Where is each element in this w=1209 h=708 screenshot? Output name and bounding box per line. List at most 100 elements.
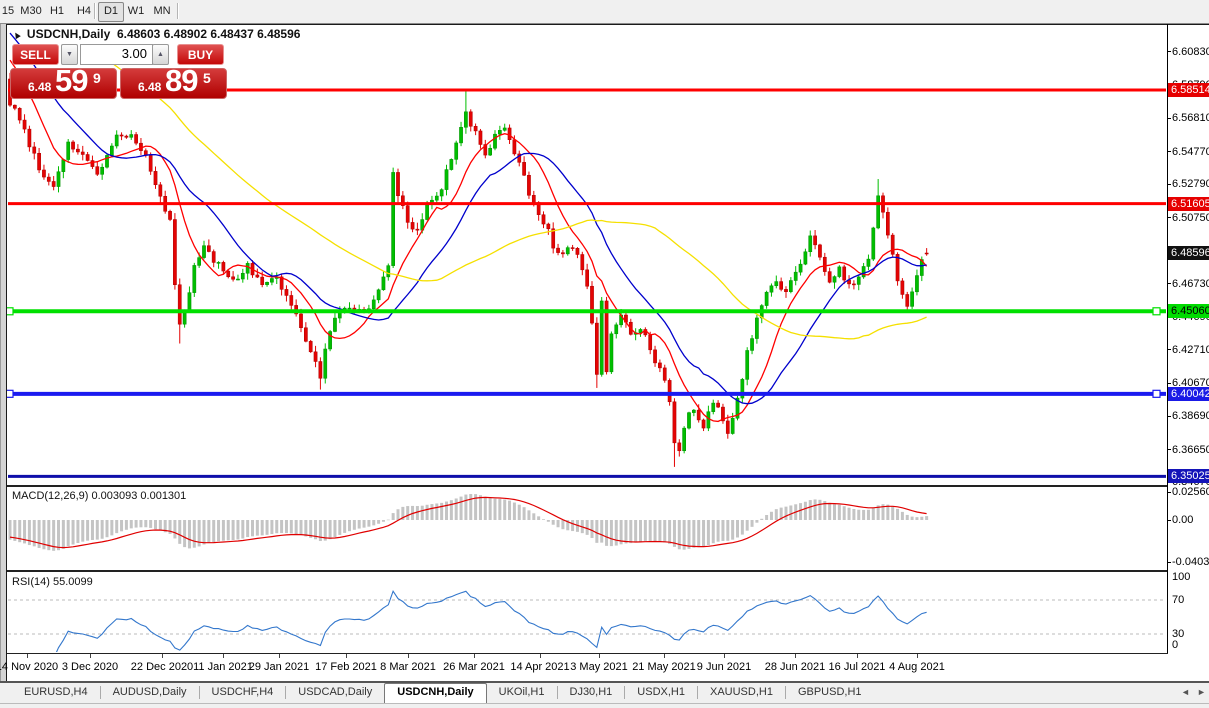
chart-tab-eurusd[interactable]: EURUSD,H4 xyxy=(12,683,100,702)
macd-histogram-bar xyxy=(663,520,667,543)
buy-button[interactable]: BUY xyxy=(177,44,224,65)
chart-tab-usdchf[interactable]: USDCHF,H4 xyxy=(200,683,286,702)
candle-body xyxy=(134,134,138,144)
macd-histogram-bar xyxy=(124,520,128,530)
macd-histogram-bar xyxy=(706,520,710,546)
candle-body xyxy=(439,189,444,197)
candle-body xyxy=(711,402,716,412)
tab-scroll-left-icon[interactable]: ◄ xyxy=(1181,687,1190,697)
macd-histogram-bar xyxy=(338,520,342,535)
sell-price-prefix: 6.48 xyxy=(28,80,52,94)
price-chart[interactable] xyxy=(0,0,1209,708)
rsi-line xyxy=(55,589,927,652)
chart-tab-gbpusd[interactable]: GBPUSD,H1 xyxy=(786,683,874,702)
sell-button[interactable]: SELL xyxy=(12,44,59,65)
macd-histogram-bar xyxy=(891,506,895,520)
macd-histogram-bar xyxy=(687,520,691,549)
candle-body xyxy=(541,214,546,225)
macd-histogram-bar xyxy=(178,520,182,544)
candle-body xyxy=(376,289,381,301)
candle-body xyxy=(701,419,706,429)
candle-body xyxy=(609,333,614,373)
line-drag-handle[interactable] xyxy=(5,307,14,316)
chart-tab-dj30[interactable]: DJ30,H1 xyxy=(558,683,625,702)
candle-body xyxy=(774,281,779,287)
candle-body xyxy=(890,234,895,255)
chart-tab-usdcad[interactable]: USDCAD,Daily xyxy=(286,683,384,702)
macd-histogram-bar xyxy=(372,520,376,526)
price-tick-mark xyxy=(1167,217,1171,219)
volume-input[interactable]: 3.00 xyxy=(80,44,153,65)
price-tick-mark xyxy=(1167,382,1171,384)
macd-indicator-label: MACD(12,26,9) 0.003093 0.001301 xyxy=(12,490,187,502)
candle-body xyxy=(580,254,585,271)
macd-histogram-bar xyxy=(207,520,211,544)
macd-histogram-bar xyxy=(100,520,104,539)
price-tick-mark xyxy=(1167,51,1171,53)
timeframe-button-d1[interactable]: D1 xyxy=(98,2,124,22)
timeframe-button-15[interactable]: 15 xyxy=(0,2,16,20)
macd-histogram-bar xyxy=(634,520,638,543)
macd-histogram-bar xyxy=(183,520,187,548)
macd-histogram-bar xyxy=(716,520,720,542)
timeframe-button-mn[interactable]: MN xyxy=(150,2,174,20)
chart-tab-xauusd[interactable]: XAUUSD,H1 xyxy=(698,683,785,702)
candle-body xyxy=(531,195,536,203)
candle-body xyxy=(842,266,847,281)
candle-body xyxy=(454,142,459,160)
macd-histogram-bar xyxy=(585,520,589,535)
candle-body xyxy=(110,145,114,156)
candle-body xyxy=(808,235,813,253)
macd-histogram-bar xyxy=(280,520,284,534)
candle-body xyxy=(924,252,929,255)
candle-body xyxy=(173,219,177,285)
macd-histogram-bar xyxy=(755,520,759,523)
candle-body xyxy=(498,130,502,135)
macd-histogram-bar xyxy=(251,520,254,537)
candle-body xyxy=(478,130,483,145)
date-tick-mark xyxy=(917,654,918,658)
chart-tab-usdcnh[interactable]: USDCNH,Daily xyxy=(384,683,487,704)
rsi-pane[interactable] xyxy=(8,589,1166,658)
candle-body xyxy=(730,418,735,434)
candle-body xyxy=(900,280,905,295)
main-macd-separator[interactable] xyxy=(0,485,1209,487)
line-drag-handle[interactable] xyxy=(1152,307,1161,316)
line-drag-handle[interactable] xyxy=(1152,389,1161,398)
chart-tab-ukoil[interactable]: UKOil,H1 xyxy=(487,683,557,702)
macd-rsi-separator[interactable] xyxy=(0,570,1209,572)
candle-body xyxy=(22,119,27,130)
macd-histogram-bar xyxy=(551,520,555,525)
macd-pane[interactable] xyxy=(8,494,929,551)
macd-histogram-bar xyxy=(697,520,701,548)
buy-price-box[interactable]: 6.48 89 5 xyxy=(120,63,227,99)
macd-histogram-bar xyxy=(110,520,114,536)
sell-price-box[interactable]: 6.48 59 9 xyxy=(10,63,117,99)
chart-tab-audusd[interactable]: AUDUSD,Daily xyxy=(101,683,199,702)
candle-body xyxy=(168,211,172,220)
macd-histogram-bar xyxy=(90,520,94,540)
macd-histogram-bar xyxy=(590,520,594,538)
candle-body xyxy=(876,195,880,229)
macd-histogram-bar xyxy=(493,498,497,520)
volume-increase-button[interactable]: ▲ xyxy=(152,44,169,65)
timeframe-button-m30[interactable]: M30 xyxy=(17,2,45,20)
candle-body xyxy=(527,174,531,196)
rsi-indicator-label: RSI(14) 55.0099 xyxy=(12,576,93,588)
timeframe-button-h1[interactable]: H1 xyxy=(45,2,69,20)
candle-body xyxy=(386,265,391,278)
timeframe-button-w1[interactable]: W1 xyxy=(124,2,148,20)
tab-scroll-right-icon[interactable]: ► xyxy=(1197,687,1206,697)
candle-body xyxy=(638,329,643,333)
candle-body xyxy=(13,104,17,109)
line-drag-handle[interactable] xyxy=(5,389,14,398)
candle-body xyxy=(871,227,876,260)
chart-ohlc-values: 6.48603 6.48902 6.48437 6.48596 xyxy=(116,27,301,41)
chart-tab-usdx[interactable]: USDX,H1 xyxy=(625,683,697,702)
timeframe-button-h4[interactable]: H4 xyxy=(72,2,96,20)
candle-body xyxy=(202,245,206,258)
status-bar xyxy=(0,703,1209,708)
price-tick-label: 6.60830 xyxy=(1172,45,1209,58)
volume-decrease-button[interactable]: ▼ xyxy=(61,44,78,65)
price-level-label: 6.40042 xyxy=(1168,386,1209,401)
